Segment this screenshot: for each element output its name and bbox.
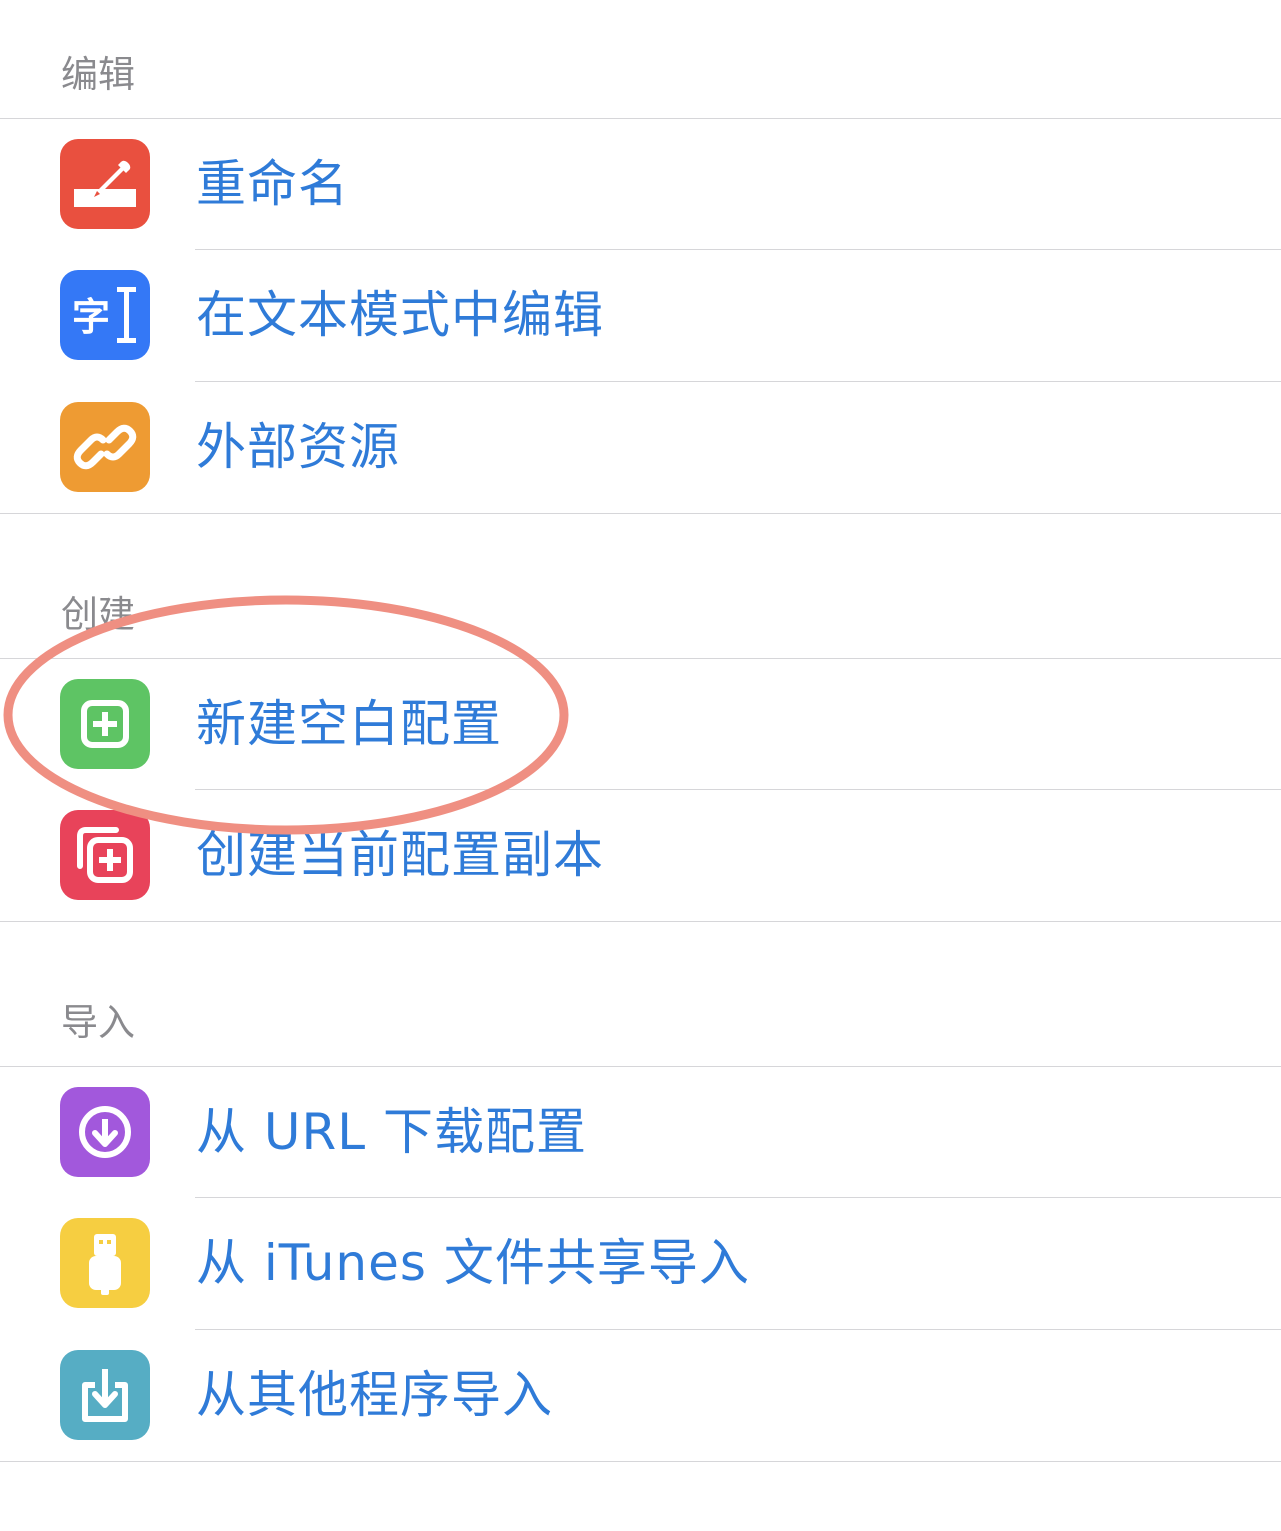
download-circle-icon bbox=[60, 1087, 150, 1177]
usb-icon bbox=[60, 1218, 150, 1308]
edit-text-mode-label: 在文本模式中编辑 bbox=[196, 286, 604, 344]
section-header-edit: 编辑 bbox=[61, 53, 135, 96]
itunes-file-sharing-row[interactable]: 从 iTunes 文件共享导入 bbox=[0, 1198, 1281, 1329]
import-from-other-apps-label: 从其他程序导入 bbox=[196, 1366, 553, 1424]
external-resources-label: 外部资源 bbox=[196, 418, 400, 476]
import-icon bbox=[60, 1350, 150, 1440]
section-header-create: 创建 bbox=[61, 593, 135, 636]
text-edit-icon: 字 bbox=[60, 270, 150, 360]
itunes-file-sharing-label: 从 iTunes 文件共享导入 bbox=[196, 1234, 750, 1292]
link-icon bbox=[60, 402, 150, 492]
new-blank-config-row[interactable]: 新建空白配置 bbox=[0, 659, 1281, 790]
plus-square-icon bbox=[60, 679, 150, 769]
section-bottom-separator bbox=[0, 513, 1281, 514]
duplicate-config-label: 创建当前配置副本 bbox=[196, 826, 604, 884]
duplicate-icon bbox=[60, 810, 150, 900]
external-resources-row[interactable]: 外部资源 bbox=[0, 382, 1281, 513]
new-blank-config-label: 新建空白配置 bbox=[196, 695, 502, 753]
import-from-other-apps-row[interactable]: 从其他程序导入 bbox=[0, 1330, 1281, 1461]
section-bottom-separator bbox=[0, 921, 1281, 922]
rename-row[interactable]: 重命名 bbox=[0, 119, 1281, 250]
download-from-url-label: 从 URL 下载配置 bbox=[196, 1103, 587, 1161]
rename-label: 重命名 bbox=[196, 155, 349, 213]
rename-icon bbox=[60, 139, 150, 229]
svg-text:字: 字 bbox=[72, 295, 110, 339]
duplicate-config-row[interactable]: 创建当前配置副本 bbox=[0, 790, 1281, 921]
section-header-import: 导入 bbox=[61, 1001, 135, 1044]
section-bottom-separator bbox=[0, 1461, 1281, 1462]
edit-text-mode-row[interactable]: 字 在文本模式中编辑 bbox=[0, 250, 1281, 381]
download-from-url-row[interactable]: 从 URL 下载配置 bbox=[0, 1067, 1281, 1198]
